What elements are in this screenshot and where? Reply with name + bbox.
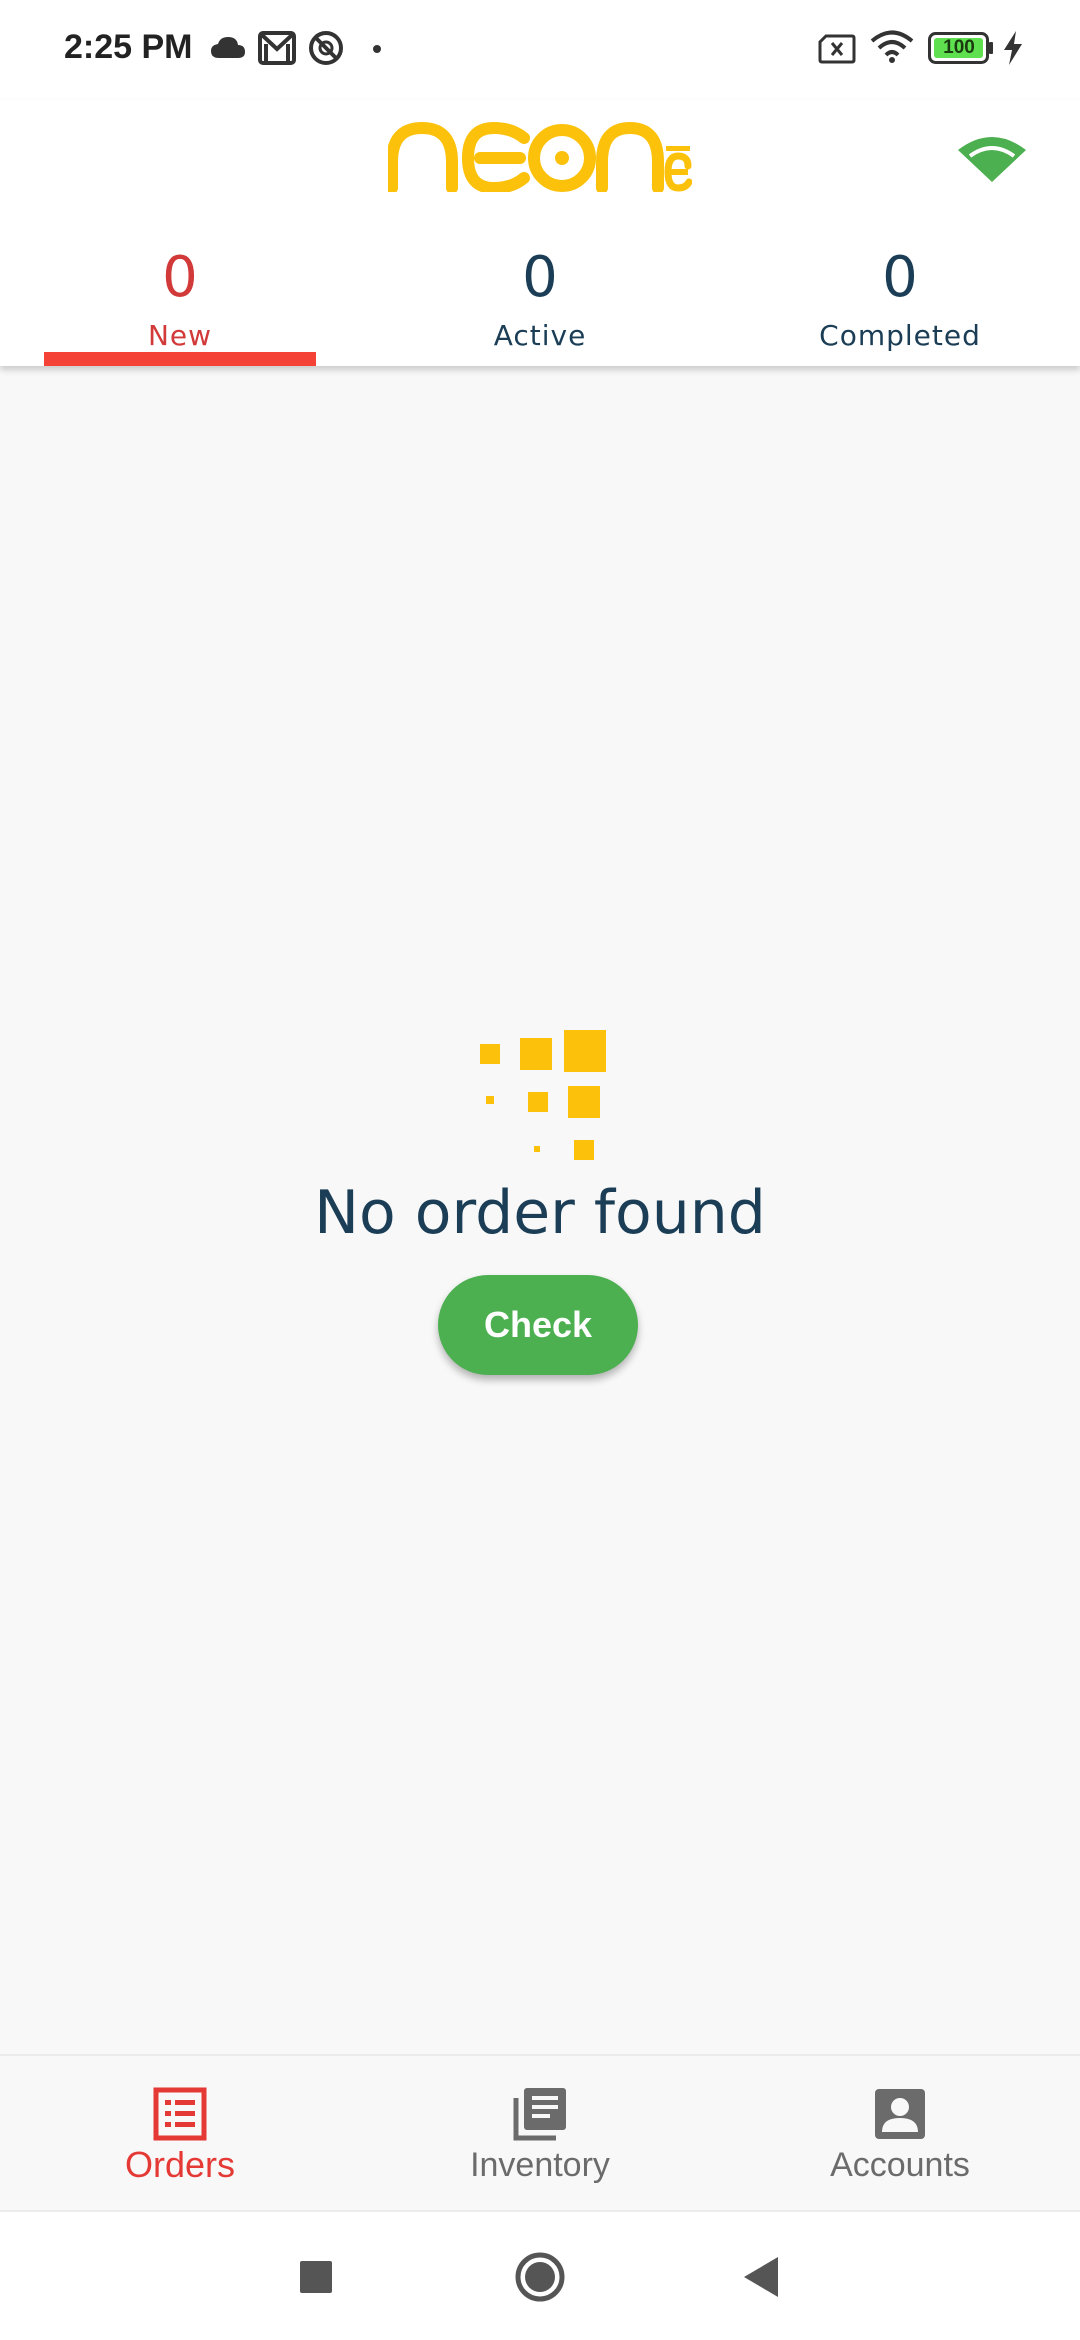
empty-state-title: No order found: [314, 1178, 766, 1248]
tab-completed-count: 0: [882, 245, 918, 310]
tab-new-count: 0: [162, 245, 198, 310]
bottom-navigation: Orders Inventory Accounts: [0, 2054, 1080, 2210]
order-status-tabs: 0 New 0 Active 0 Completed: [0, 240, 1080, 366]
pixel-squares-icon: [470, 1030, 620, 1160]
charging-icon: [1004, 31, 1022, 65]
status-time: 2:25 PM: [64, 28, 193, 66]
back-icon[interactable]: [732, 2247, 792, 2307]
tab-active[interactable]: 0 Active: [360, 240, 720, 366]
recent-apps-icon[interactable]: [286, 2247, 346, 2307]
status-bar: 2:25 PM 100: [0, 0, 1080, 100]
no-disturb-icon: [309, 31, 343, 65]
system-navigation-bar: [0, 2210, 1080, 2340]
neone-logo: [388, 122, 692, 192]
dot-icon: [373, 45, 381, 53]
battery-icon: 100: [928, 32, 994, 64]
wifi-icon: [870, 30, 914, 63]
check-button[interactable]: Check: [438, 1275, 638, 1375]
tab-new-label: New: [147, 319, 213, 352]
tab-active-label: Active: [493, 319, 587, 352]
nav-label-inventory: Inventory: [470, 2146, 610, 2184]
account-box-icon: [875, 2089, 925, 2139]
nav-label-orders: Orders: [124, 2144, 236, 2185]
nav-item-inventory[interactable]: Inventory: [360, 2056, 720, 2212]
tab-new[interactable]: 0 New: [0, 240, 360, 366]
nav-label-accounts: Accounts: [830, 2146, 970, 2184]
battery-level: 100: [943, 37, 975, 58]
gmail-icon: [258, 31, 296, 65]
orders-list-icon: [153, 2087, 207, 2141]
tab-active-count: 0: [522, 245, 558, 310]
inventory-library-icon: [513, 2088, 566, 2141]
connection-wifi-icon[interactable]: [956, 132, 1028, 184]
sim-x-icon: [818, 34, 856, 64]
home-icon[interactable]: [510, 2247, 570, 2307]
nav-item-orders[interactable]: Orders: [0, 2056, 360, 2212]
app-header: 0 New 0 Active 0 Completed: [0, 100, 1080, 366]
tab-completed[interactable]: 0 Completed: [720, 240, 1080, 366]
tab-completed-label: Completed: [819, 319, 981, 352]
tab-selected-indicator: [44, 352, 316, 366]
cloud-icon: [211, 37, 245, 58]
nav-item-accounts[interactable]: Accounts: [720, 2056, 1080, 2212]
